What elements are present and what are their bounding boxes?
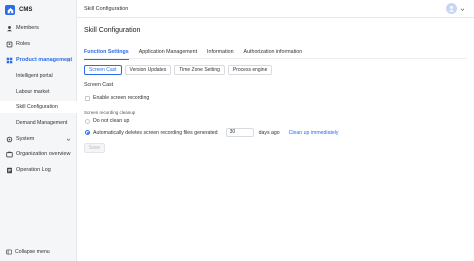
sidebar-item-label: Members — [16, 25, 39, 31]
sidebar-item-system[interactable]: System — [0, 133, 77, 145]
chevron-down-icon — [66, 138, 71, 141]
badge-icon — [6, 41, 13, 48]
sidebar-item-label: Organization overview — [16, 151, 71, 157]
sidebar-subitem-demand-management[interactable]: Demand Management — [0, 117, 77, 129]
chevron-down-icon[interactable] — [460, 7, 465, 12]
subtab-screen-cast[interactable]: Screen Cast — [84, 65, 122, 75]
auto-delete-radio[interactable] — [85, 130, 90, 135]
breadcrumb: Skill Configuration — [84, 6, 129, 12]
radio-row-auto-delete: Automatically deletes screen recording f… — [85, 128, 339, 137]
section-title: Screen Cast — [84, 82, 114, 88]
days-label: days ago — [258, 129, 280, 136]
tab-function-settings[interactable]: Function Settings — [84, 47, 129, 60]
enable-recording-row: Enable screen recording — [85, 95, 149, 101]
sidebar-item-label: Operation Log — [16, 167, 51, 173]
auto-delete-label: Automatically deletes screen recording f… — [93, 129, 218, 136]
tab-authorization-information[interactable]: Authorization information — [244, 47, 303, 59]
subtab-version-updates[interactable]: Version Updates — [124, 65, 172, 75]
main-content: Skill Configuration Function Settings Ap… — [77, 18, 474, 261]
radio-row-no-cleanup: Do not clean up — [85, 118, 129, 124]
cleanup-heading: Screen recording cleanup — [84, 110, 136, 115]
sidebar-item-operation-log[interactable]: Operation Log — [0, 164, 77, 176]
sidebar-item-organization-overview[interactable]: Organization overview — [0, 148, 77, 160]
sidebar-item-label: Roles — [16, 41, 31, 47]
tab-application-management[interactable]: Application Management — [139, 47, 197, 59]
subtab-time-zone-setting[interactable]: Time Zone Setting — [174, 65, 225, 75]
subtab-process-engine[interactable]: Process engine — [227, 65, 273, 75]
collapse-menu-label: Collapse menu — [15, 249, 50, 255]
sidebar-subitem-label: Skill Configuration — [16, 104, 58, 110]
avatar[interactable] — [446, 3, 457, 14]
collapse-icon — [6, 249, 12, 255]
page-title: Skill Configuration — [84, 27, 141, 34]
user-icon — [6, 25, 13, 32]
sidebar-subitem-intelligent-portal[interactable]: Intelligent portal — [0, 70, 77, 82]
sidebar-item-label: System — [16, 136, 35, 142]
tab-bar: Function Settings Application Management… — [84, 47, 467, 60]
chevron-up-icon — [66, 58, 71, 62]
collapse-menu-button[interactable]: Collapse menu — [6, 249, 50, 255]
app-logo[interactable]: CMS — [5, 5, 32, 15]
org-icon — [6, 151, 13, 158]
top-bar: Skill Configuration — [77, 0, 474, 18]
sidebar: CMS Members Roles Product management Int… — [0, 0, 77, 261]
days-input[interactable]: 30 — [225, 128, 254, 137]
grid-icon — [6, 57, 13, 64]
sidebar-item-product-management[interactable]: Product management — [0, 54, 77, 66]
no-cleanup-label: Do not clean up — [93, 118, 130, 124]
sidebar-item-label: Product management — [16, 57, 73, 63]
gear-icon — [6, 136, 13, 143]
sidebar-subitem-label: Demand Management — [16, 120, 68, 126]
user-avatar-icon — [449, 6, 454, 12]
tab-information[interactable]: Information — [207, 47, 234, 59]
no-cleanup-radio[interactable] — [85, 118, 90, 124]
sidebar-item-roles[interactable]: Roles — [0, 38, 77, 50]
enable-recording-label: Enable screen recording — [93, 95, 150, 101]
sidebar-subitem-skill-configuration[interactable]: Skill Configuration — [0, 101, 77, 113]
clean-up-now-link[interactable]: Clean up immediately — [289, 130, 339, 136]
app-name: CMS — [19, 7, 33, 13]
enable-recording-checkbox[interactable] — [85, 95, 90, 101]
home-icon — [5, 5, 15, 15]
subtab-bar: Screen Cast Version Updates Time Zone Se… — [84, 65, 273, 75]
save-button[interactable]: Save — [84, 143, 105, 153]
sidebar-subitem-labour-market[interactable]: Labour market — [0, 86, 77, 98]
log-icon — [6, 167, 13, 174]
sidebar-subitem-label: Labour market — [16, 89, 50, 95]
sidebar-subitem-label: Intelligent portal — [16, 73, 53, 79]
sidebar-item-members[interactable]: Members — [0, 22, 77, 34]
